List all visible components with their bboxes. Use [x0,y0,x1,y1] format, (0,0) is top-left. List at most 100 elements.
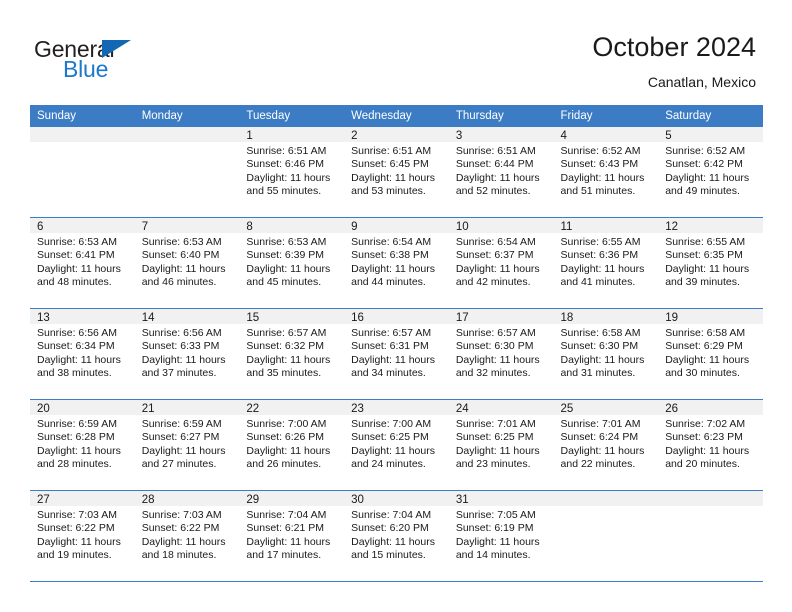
calendar-day-cell[interactable]: 26 Sunrise: 7:02 AM Sunset: 6:23 PM Dayligh… [658,399,763,491]
calendar-body: 1 Sunrise: 6:51 AM Sunset: 6:46 PM Daylight… [30,127,763,582]
sunset-text: Sunset: 6:44 PM [455,158,534,171]
daylight-text-line1: Daylight: 11 hours [455,444,540,457]
calendar-day-cell[interactable]: 2 Sunrise: 6:51 AM Sunset: 6:45 PM Daylight… [344,127,449,218]
daylight-text-line2: and 30 minutes. [665,367,740,380]
sunset-text: Sunset: 6:46 PM [246,158,325,171]
title-block: October 2024 Canatlan, Mexico [592,30,756,92]
sunrise-text: Sunrise: 7:05 AM [455,509,536,521]
calendar-day-cell[interactable]: 29 Sunrise: 7:04 AM Sunset: 6:21 PM Dayligh… [239,490,345,582]
daylight-text-line2: and 53 minutes. [351,185,426,198]
sunrise-text: Sunrise: 6:57 AM [455,327,536,339]
day-details: Sunrise: 6:56 AM Sunset: 6:34 PM Daylight:… [30,324,135,381]
sunrise-text: Sunrise: 6:57 AM [246,327,327,339]
calendar-day-cell[interactable]: 17 Sunrise: 6:57 AM Sunset: 6:30 PM Dayligh… [448,308,554,400]
daylight-text-line2: and 24 minutes. [351,458,426,471]
sunset-text: Sunset: 6:36 PM [560,249,639,262]
calendar-day-cell[interactable]: 25 Sunrise: 7:01 AM Sunset: 6:24 PM Dayligh… [553,399,659,491]
calendar-day-cell[interactable]: 21 Sunrise: 6:59 AM Sunset: 6:27 PM Dayligh… [134,399,240,491]
daylight-text-line1: Daylight: 11 hours [351,444,435,457]
calendar-day-cell[interactable]: 20 Sunrise: 6:59 AM Sunset: 6:28 PM Dayligh… [30,399,135,491]
sunrise-text: Sunrise: 7:00 AM [246,418,327,430]
sunrise-text: Sunrise: 6:59 AM [141,418,222,430]
daylight-text-line1: Daylight: 11 hours [246,353,331,366]
sunrise-text: Sunrise: 7:03 AM [141,509,222,521]
calendar-day-cell[interactable]: 8 Sunrise: 6:53 AM Sunset: 6:39 PM Daylight… [239,217,345,309]
calendar-day-cell[interactable]: 3 Sunrise: 6:51 AM Sunset: 6:44 PM Daylight… [448,127,554,218]
day-number: 17 [448,309,554,324]
day-number: 4 [553,127,659,142]
daylight-text-line2: and 34 minutes. [351,367,426,380]
day-number: 21 [134,400,240,415]
sunrise-text: Sunrise: 7:02 AM [665,418,746,430]
day-number: 8 [239,218,345,233]
daylight-text-line1: Daylight: 11 hours [455,262,540,275]
daylight-text-line2: and 51 minutes. [560,185,636,198]
calendar-day-cell[interactable]: 24 Sunrise: 7:01 AM Sunset: 6:25 PM Dayligh… [448,399,554,491]
calendar-day-cell[interactable]: 19 Sunrise: 6:58 AM Sunset: 6:29 PM Dayligh… [658,308,763,400]
sunset-text: Sunset: 6:20 PM [351,522,429,535]
calendar-day-cell[interactable]: 14 Sunrise: 6:56 AM Sunset: 6:33 PM Dayligh… [134,308,240,400]
day-number: 1 [239,127,345,142]
calendar-day-cell[interactable]: 9 Sunrise: 6:54 AM Sunset: 6:38 PM Daylight… [344,217,449,309]
calendar-day-cell-empty [134,127,240,218]
daylight-text-line2: and 46 minutes. [141,276,217,289]
sunset-text: Sunset: 6:19 PM [455,522,534,535]
calendar-day-cell[interactable]: 16 Sunrise: 6:57 AM Sunset: 6:31 PM Dayligh… [344,308,449,400]
calendar-day-cell[interactable]: 1 Sunrise: 6:51 AM Sunset: 6:46 PM Daylight… [239,127,345,218]
day-number: 23 [344,400,449,415]
sunset-text: Sunset: 6:37 PM [455,249,534,262]
sunrise-text: Sunrise: 6:53 AM [141,236,222,248]
daylight-text-line2: and 26 minutes. [246,458,322,471]
daylight-text-line1: Daylight: 11 hours [351,535,435,548]
sunset-text: Sunset: 6:33 PM [141,340,220,353]
calendar-day-cell[interactable]: 15 Sunrise: 6:57 AM Sunset: 6:32 PM Dayligh… [239,308,345,400]
calendar-day-cell[interactable]: 23 Sunrise: 7:00 AM Sunset: 6:25 PM Dayligh… [344,399,449,491]
general-blue-logo[interactable]: General Blue [34,36,214,82]
daylight-text-line2: and 55 minutes. [246,185,322,198]
page-title: October 2024 [592,32,756,62]
daylight-text-line1: Daylight: 11 hours [665,353,750,366]
calendar-week-row: 1 Sunrise: 6:51 AM Sunset: 6:46 PM Daylight… [30,127,763,218]
daylight-text-line1: Daylight: 11 hours [560,171,645,184]
calendar-day-cell[interactable]: 30 Sunrise: 7:04 AM Sunset: 6:20 PM Dayligh… [344,490,449,582]
calendar-day-cell-empty [553,490,659,582]
calendar-grid: Sunday Monday Tuesday Wednesday Thursday… [30,105,763,582]
calendar-day-cell[interactable]: 7 Sunrise: 6:53 AM Sunset: 6:40 PM Daylight… [134,217,240,309]
day-details: Sunrise: 6:57 AM Sunset: 6:31 PM Daylight:… [344,324,449,381]
sunset-text: Sunset: 6:39 PM [246,249,325,262]
sunrise-text: Sunrise: 6:55 AM [560,236,641,248]
calendar-day-cell[interactable]: 11 Sunrise: 6:55 AM Sunset: 6:36 PM Dayligh… [553,217,659,309]
calendar-day-cell[interactable]: 13 Sunrise: 6:56 AM Sunset: 6:34 PM Dayligh… [30,308,135,400]
calendar-day-cell[interactable]: 4 Sunrise: 6:52 AM Sunset: 6:43 PM Daylight… [553,127,659,218]
sunrise-text: Sunrise: 7:03 AM [37,509,117,521]
calendar-day-cell[interactable]: 27 Sunrise: 7:03 AM Sunset: 6:22 PM Dayligh… [30,490,135,582]
daylight-text-line2: and 38 minutes. [37,367,112,380]
daylight-text-line1: Daylight: 11 hours [37,353,121,366]
sunrise-text: Sunrise: 6:56 AM [37,327,117,339]
calendar-day-cell[interactable]: 6 Sunrise: 6:53 AM Sunset: 6:41 PM Daylight… [30,217,135,309]
sunset-text: Sunset: 6:28 PM [37,431,115,444]
calendar-day-cell[interactable]: 10 Sunrise: 6:54 AM Sunset: 6:37 PM Dayligh… [448,217,554,309]
sunset-text: Sunset: 6:30 PM [455,340,534,353]
page-header: General Blue October 2024 Canatlan, Mexi… [0,0,792,100]
day-details: Sunrise: 7:00 AM Sunset: 6:25 PM Daylight:… [344,415,449,472]
sunrise-text: Sunrise: 6:57 AM [351,327,432,339]
daylight-text-line1: Daylight: 11 hours [560,262,645,275]
sunset-text: Sunset: 6:27 PM [141,431,220,444]
calendar-week-row: 20 Sunrise: 6:59 AM Sunset: 6:28 PM Dayligh… [30,399,763,491]
calendar-day-cell[interactable]: 28 Sunrise: 7:03 AM Sunset: 6:22 PM Dayligh… [134,490,240,582]
calendar-day-cell[interactable]: 31 Sunrise: 7:05 AM Sunset: 6:19 PM Dayligh… [448,490,554,582]
calendar-day-cell[interactable]: 12 Sunrise: 6:55 AM Sunset: 6:35 PM Dayligh… [658,217,763,309]
day-number: 11 [553,218,659,233]
daylight-text-line2: and 18 minutes. [141,549,217,562]
day-details: Sunrise: 7:02 AM Sunset: 6:23 PM Daylight:… [658,415,763,472]
calendar-day-cell[interactable]: 18 Sunrise: 6:58 AM Sunset: 6:30 PM Dayligh… [553,308,659,400]
calendar-day-cell-empty [658,490,763,582]
calendar-day-cell[interactable]: 22 Sunrise: 7:00 AM Sunset: 6:26 PM Dayligh… [239,399,345,491]
daylight-text-line2: and 42 minutes. [455,276,531,289]
day-number [553,491,659,506]
day-number: 29 [239,491,345,506]
sunset-text: Sunset: 6:43 PM [560,158,639,171]
sunset-text: Sunset: 6:34 PM [37,340,115,353]
calendar-day-cell[interactable]: 5 Sunrise: 6:52 AM Sunset: 6:42 PM Daylight… [658,127,763,218]
